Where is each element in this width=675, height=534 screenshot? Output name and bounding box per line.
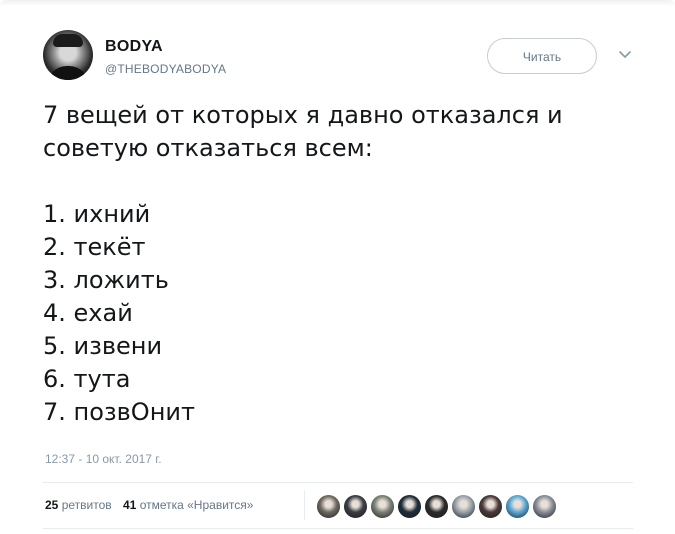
liker-avatar[interactable] bbox=[316, 494, 341, 519]
retweets-count: 25 bbox=[45, 498, 59, 512]
liker-avatar[interactable] bbox=[424, 494, 449, 519]
chevron-down-icon[interactable] bbox=[617, 46, 633, 62]
tweet-header: BODYA @THEBODYABODYA Читать bbox=[43, 30, 643, 84]
liker-avatar[interactable] bbox=[370, 494, 395, 519]
liker-avatar[interactable] bbox=[505, 494, 530, 519]
liker-avatar[interactable] bbox=[343, 494, 368, 519]
tweet-text: 7 вещей от которых я давно отказался и с… bbox=[43, 101, 563, 426]
avatar[interactable] bbox=[43, 30, 93, 80]
retweets-stat[interactable]: 25 ретвитов bbox=[45, 498, 112, 512]
divider-top bbox=[43, 482, 633, 483]
tweet-stats: 25 ретвитов 41 отметка «Нравится» bbox=[45, 498, 253, 512]
follow-button[interactable]: Читать bbox=[487, 38, 597, 74]
avatar-shirt bbox=[47, 66, 89, 80]
divider-bottom bbox=[43, 528, 633, 529]
tweet-timestamp[interactable]: 12:37 - 10 окт. 2017 г. bbox=[45, 452, 162, 466]
author-handle[interactable]: @THEBODYABODYA bbox=[105, 62, 226, 76]
likes-stat[interactable]: 41 отметка «Нравится» bbox=[123, 498, 253, 512]
avatar-hair bbox=[53, 34, 83, 47]
likes-count: 41 bbox=[122, 498, 137, 512]
liker-avatar[interactable] bbox=[532, 494, 557, 519]
liker-avatar[interactable] bbox=[478, 494, 503, 519]
liker-avatar[interactable] bbox=[397, 494, 422, 519]
retweets-label: ретвитов bbox=[61, 498, 112, 512]
tweet-card: BODYA @THEBODYABODYA Читать 7 вещей от к… bbox=[0, 0, 675, 534]
author-name[interactable]: BODYA bbox=[105, 38, 163, 56]
stats-separator bbox=[304, 490, 305, 520]
likes-label: отметка «Нравится» bbox=[139, 498, 254, 512]
liker-avatar[interactable] bbox=[451, 494, 476, 519]
